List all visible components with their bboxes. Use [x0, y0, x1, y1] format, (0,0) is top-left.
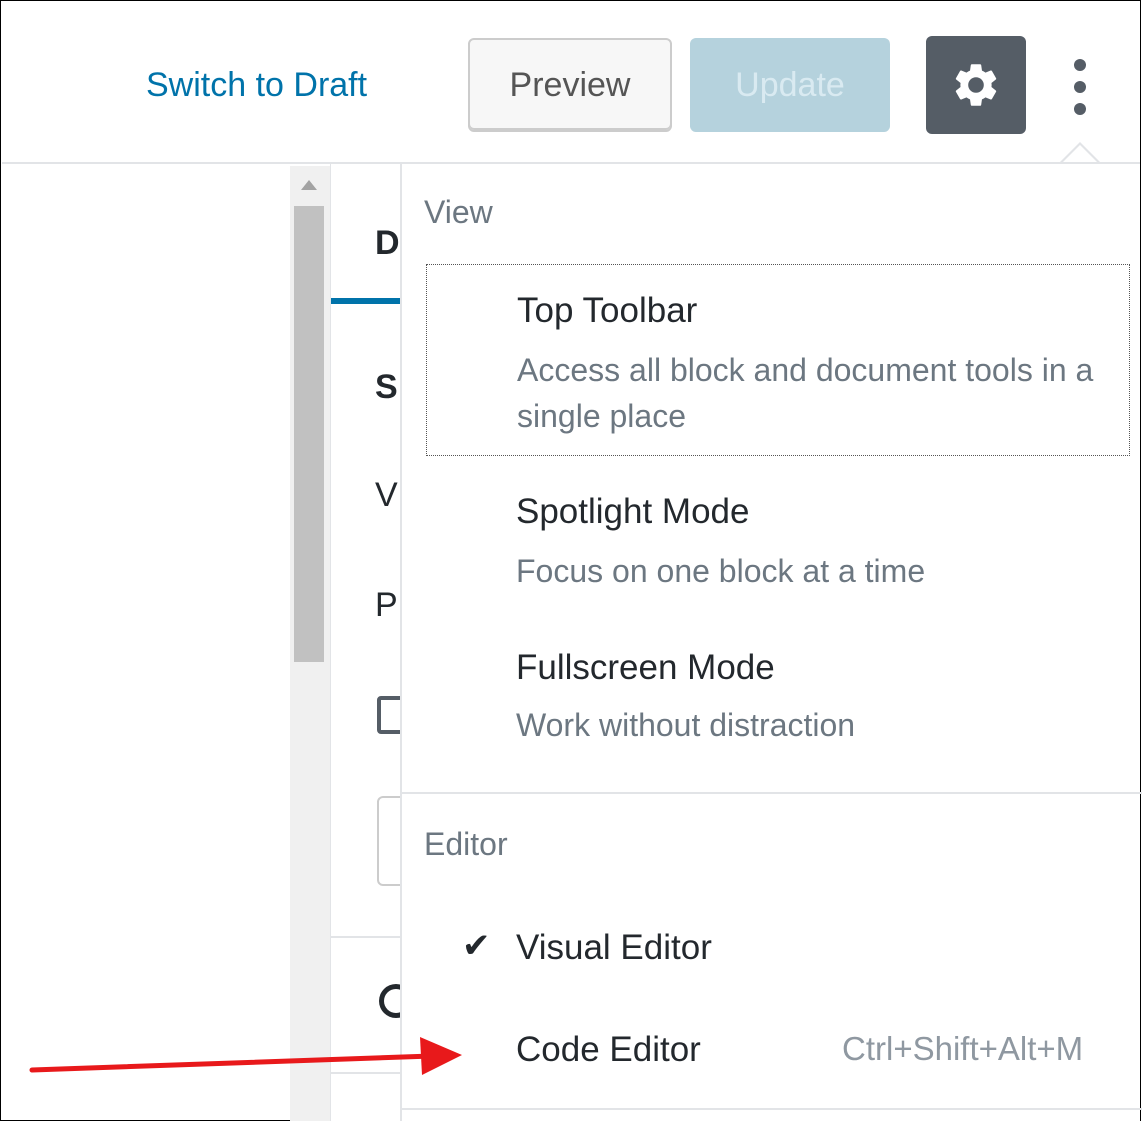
red-arrow-annotation	[29, 1037, 462, 1075]
